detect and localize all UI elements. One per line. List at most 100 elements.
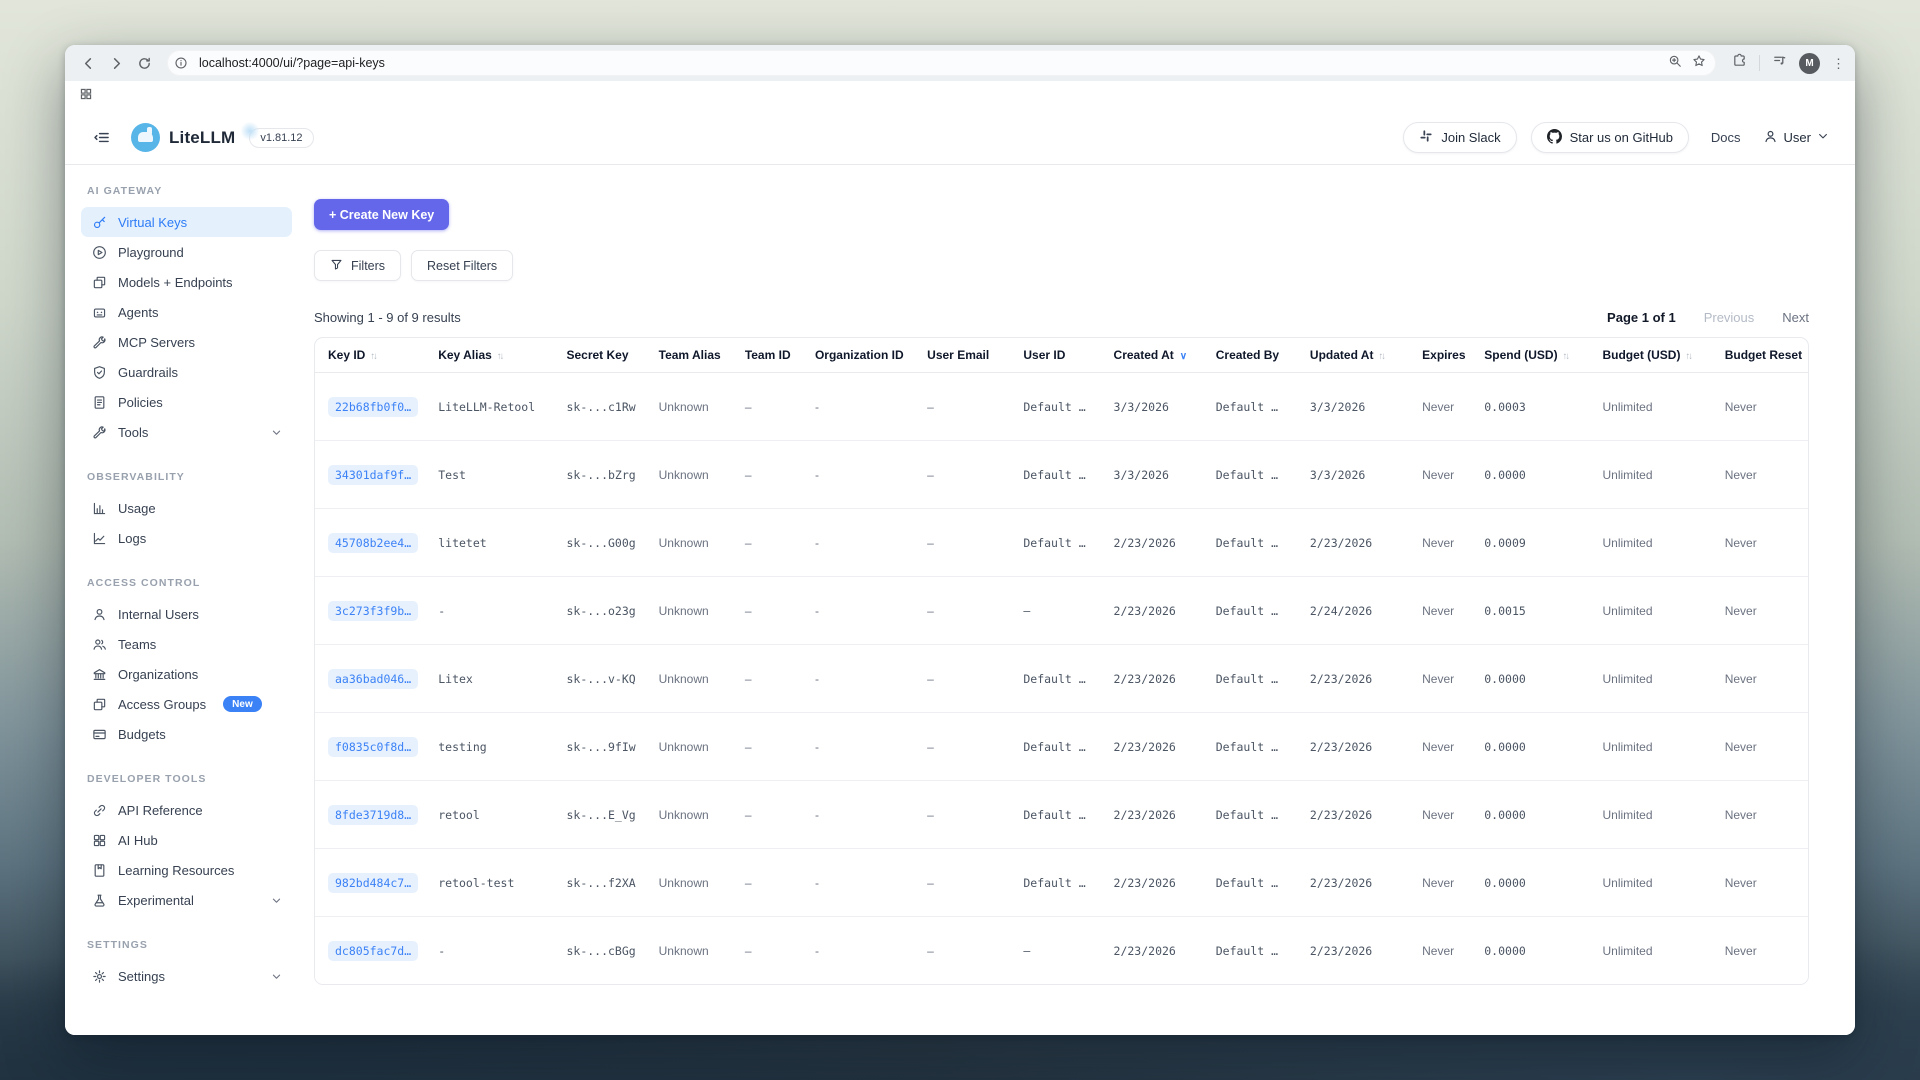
sidebar-item-organizations[interactable]: Organizations [81, 659, 292, 689]
key-id-link[interactable]: 34301daf9f… [328, 465, 418, 485]
forward-icon[interactable] [103, 50, 129, 76]
key-id-link[interactable]: f0835c0f8d… [328, 737, 418, 757]
pagination: Page 1 of 1 Previous Next [1607, 310, 1809, 325]
column-header-created-at[interactable]: Created At∨ [1101, 338, 1203, 373]
key-id-link[interactable]: 8fde3719d8… [328, 805, 418, 825]
cell-key-alias: litetet [438, 536, 486, 550]
sidebar-collapse-icon[interactable] [87, 124, 115, 152]
sidebar-item-usage[interactable]: Usage [81, 493, 292, 523]
cell-team-id: – [745, 808, 752, 822]
cell-expires: Never [1422, 808, 1454, 822]
sidebar-item-experimental[interactable]: Experimental [81, 885, 292, 915]
sidebar-item-tools[interactable]: Tools [81, 417, 292, 447]
cell-user-id: Default … [1023, 468, 1085, 482]
star-github-button[interactable]: Star us on GitHub [1531, 122, 1689, 153]
column-header-budget-usd[interactable]: Budget (USD)↑↓ [1589, 338, 1711, 373]
sidebar-item-label: Organizations [118, 667, 198, 682]
extensions-icon[interactable] [1732, 53, 1747, 73]
table-row[interactable]: aa36bad046…Litexsk-...v-KQUnknown–-–Defa… [315, 645, 1808, 713]
url-text[interactable]: localhost:4000/ui/?page=api-keys [199, 56, 1660, 70]
sidebar-item-agents[interactable]: Agents [81, 297, 292, 327]
table-row[interactable]: dc805fac7d…-sk-...cBGgUnknown–-––2/23/20… [315, 917, 1808, 985]
star-icon[interactable] [1692, 54, 1706, 73]
table-row[interactable]: 3c273f3f9b…-sk-...o23gUnknown–-––2/23/20… [315, 577, 1808, 645]
sidebar-item-teams[interactable]: Teams [81, 629, 292, 659]
create-new-key-button[interactable]: + Create New Key [314, 199, 449, 230]
back-icon[interactable] [75, 50, 101, 76]
key-id-link[interactable]: aa36bad046… [328, 669, 418, 689]
table-row[interactable]: 45708b2ee4…litetetsk-...G00gUnknown–-–De… [315, 509, 1808, 577]
column-header-updated-at[interactable]: Updated At↑↓ [1297, 338, 1409, 373]
column-header-spend-usd[interactable]: Spend (USD)↑↓ [1471, 338, 1589, 373]
table-row[interactable]: 982bd484c7…retool-testsk-...f2XAUnknown–… [315, 849, 1808, 917]
chevron-down-icon [271, 427, 282, 438]
user-menu[interactable]: User [1763, 129, 1829, 147]
apps-grid-icon[interactable] [79, 87, 93, 106]
column-header-user-email: User Email [914, 338, 1010, 373]
cell-user-id: – [1023, 944, 1030, 958]
join-slack-button[interactable]: Join Slack [1403, 122, 1516, 153]
cell-team-alias: Unknown [659, 808, 709, 822]
reload-icon[interactable] [131, 50, 157, 76]
info-icon[interactable] [171, 53, 191, 73]
cell-key-alias: Litex [438, 672, 473, 686]
sidebar-item-learning-resources[interactable]: Learning Resources [81, 855, 292, 885]
table-row[interactable]: f0835c0f8d…testingsk-...9fIwUnknown–-–De… [315, 713, 1808, 781]
profile-avatar[interactable]: M [1799, 53, 1820, 74]
book-icon [91, 862, 107, 878]
sidebar-item-internal-users[interactable]: Internal Users [81, 599, 292, 629]
sidebar-item-virtual-keys[interactable]: Virtual Keys [81, 207, 292, 237]
cell-organization-id: - [815, 400, 819, 414]
api-link-icon [91, 802, 107, 818]
key-id-link[interactable]: 22b68fb0f0… [328, 397, 418, 417]
sort-icon: ↑↓ [497, 351, 503, 362]
cell-budget-reset: Never [1725, 740, 1757, 754]
browser-toolbar: localhost:4000/ui/?page=api-keys [65, 45, 1855, 81]
slack-icon [1419, 129, 1433, 146]
sidebar-item-models-endpoints[interactable]: Models + Endpoints [81, 267, 292, 297]
cell-budget-reset: Never [1725, 808, 1757, 822]
sidebar-item-playground[interactable]: Playground [81, 237, 292, 267]
sidebar-item-access-groups[interactable]: Access GroupsNew [81, 689, 292, 719]
sidebar-item-mcp-servers[interactable]: MCP Servers [81, 327, 292, 357]
column-header-key-id[interactable]: Key ID↑↓ [315, 338, 425, 373]
zoom-icon[interactable] [1668, 54, 1682, 73]
sidebar-item-settings[interactable]: Settings [81, 961, 292, 991]
menu-dots-icon[interactable]: ⋮ [1832, 57, 1845, 70]
sidebar-item-budgets[interactable]: Budgets [81, 719, 292, 749]
sidebar-item-label: Logs [118, 531, 146, 546]
new-badge: New [223, 696, 262, 712]
cell-expires: Never [1422, 876, 1454, 890]
keys-table: Key ID↑↓Key Alias↑↓Secret KeyTeam AliasT… [315, 338, 1808, 984]
sidebar-item-label: Models + Endpoints [118, 275, 233, 290]
sidebar-item-api-reference[interactable]: API Reference [81, 795, 292, 825]
panel-icon[interactable] [1772, 53, 1787, 73]
url-bar[interactable]: localhost:4000/ui/?page=api-keys [167, 50, 1716, 76]
filters-button[interactable]: Filters [314, 250, 401, 281]
previous-page-button[interactable]: Previous [1704, 310, 1755, 325]
docs-link[interactable]: Docs [1711, 130, 1741, 145]
sidebar-item-logs[interactable]: Logs [81, 523, 292, 553]
table-row[interactable]: 8fde3719d8…retoolsk-...E_VgUnknown–-–Def… [315, 781, 1808, 849]
cell-expires: Never [1422, 536, 1454, 550]
cell-created-by: Default … [1216, 468, 1278, 482]
column-header-key-alias[interactable]: Key Alias↑↓ [425, 338, 553, 373]
sidebar-item-policies[interactable]: Policies [81, 387, 292, 417]
bank-icon [91, 666, 107, 682]
table-row[interactable]: 22b68fb0f0…LiteLLM-Retoolsk-...c1RwUnkno… [315, 373, 1808, 441]
key-id-link[interactable]: 45708b2ee4… [328, 533, 418, 553]
next-page-button[interactable]: Next [1782, 310, 1809, 325]
key-id-link[interactable]: dc805fac7d… [328, 941, 418, 961]
cell-key-alias: Test [438, 468, 466, 482]
cell-team-id: – [745, 876, 752, 890]
cell-expires: Never [1422, 468, 1454, 482]
shield-check-icon [91, 364, 107, 380]
key-id-link[interactable]: 982bd484c7… [328, 873, 418, 893]
sidebar-item-ai-hub[interactable]: AI Hub [81, 825, 292, 855]
sidebar-item-guardrails[interactable]: Guardrails [81, 357, 292, 387]
cell-user-id: Default … [1023, 740, 1085, 754]
reset-filters-button[interactable]: Reset Filters [411, 250, 513, 281]
cell-organization-id: - [815, 740, 819, 754]
table-row[interactable]: 34301daf9f…Testsk-...bZrgUnknown–-–Defau… [315, 441, 1808, 509]
key-id-link[interactable]: 3c273f3f9b… [328, 601, 418, 621]
